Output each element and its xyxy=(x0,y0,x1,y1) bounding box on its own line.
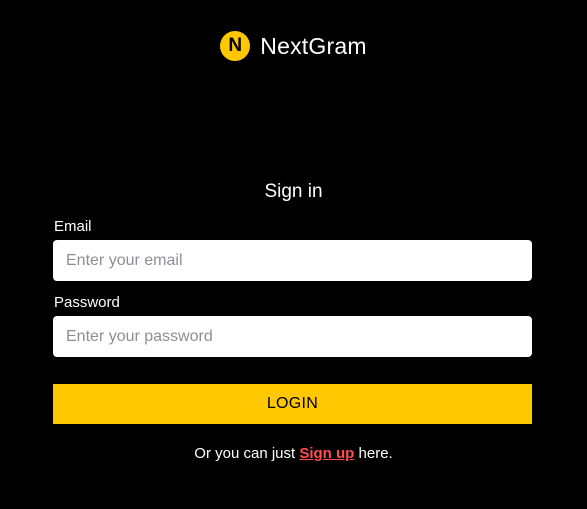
password-label: Password xyxy=(54,294,120,311)
signup-prompt: Or you can just Sign up here. xyxy=(0,445,587,462)
brand-header: N NextGram xyxy=(0,31,587,61)
page-title: Sign in xyxy=(264,181,323,202)
signup-prompt-prefix: Or you can just xyxy=(194,445,300,462)
email-label: Email xyxy=(54,218,92,235)
login-button[interactable]: LOGIN xyxy=(53,384,532,424)
signup-link[interactable]: Sign up xyxy=(299,445,354,462)
nextgram-logo-icon: N xyxy=(220,31,251,61)
signup-prompt-suffix: here. xyxy=(354,445,393,462)
email-field[interactable] xyxy=(53,240,532,281)
password-field[interactable] xyxy=(53,316,532,357)
brand-name: NextGram xyxy=(260,32,367,59)
login-page: N NextGram Sign in Email Password LOGIN … xyxy=(0,0,587,509)
